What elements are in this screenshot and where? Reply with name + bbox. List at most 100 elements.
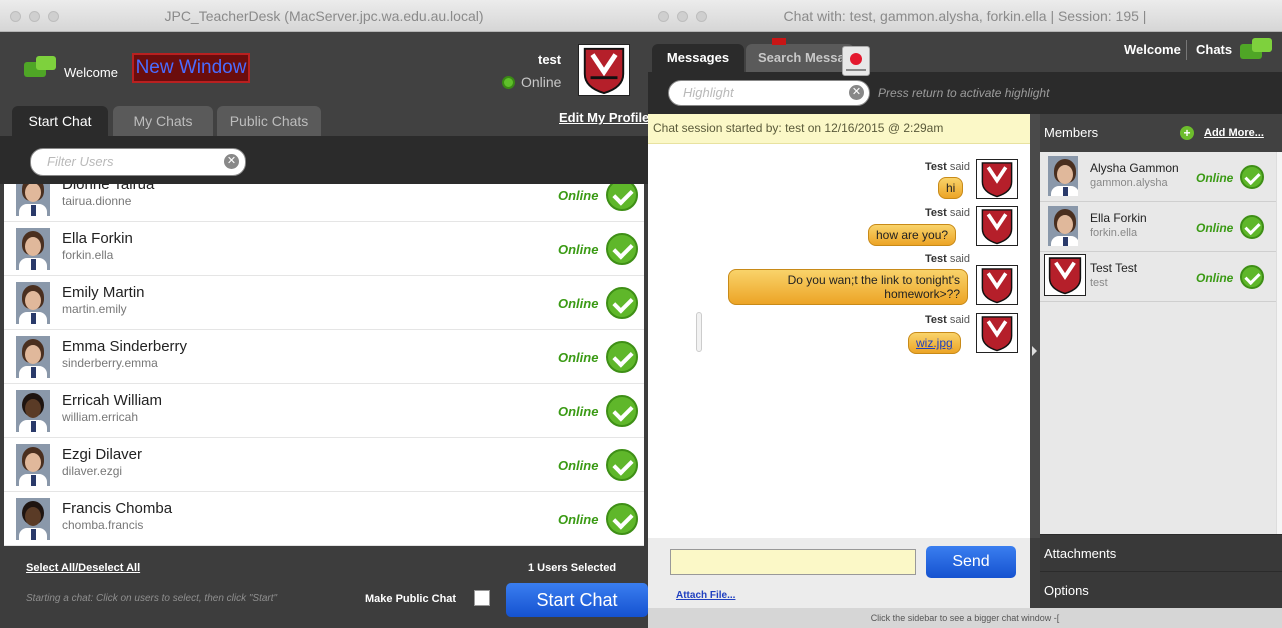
user-name: Ezgi Dilaver — [62, 446, 143, 463]
member-login: gammon.alysha — [1090, 177, 1168, 189]
message-author: Test said — [924, 207, 970, 219]
list-item[interactable]: Ella Forkin forkin.ella Online — [1040, 202, 1276, 252]
school-crest-avatar — [578, 44, 630, 96]
online-label: Online — [1196, 171, 1234, 185]
window-title: Chat with: test, gammon.alysha, forkin.e… — [783, 8, 1147, 24]
list-item[interactable]: Ella Forkin forkin.ella Online — [4, 222, 644, 276]
list-item[interactable]: Dionne Tairua tairua.dionne Online — [4, 184, 644, 222]
options-section[interactable]: Options — [1040, 571, 1282, 608]
close-icon[interactable] — [658, 11, 669, 22]
online-check-icon — [1240, 165, 1264, 189]
online-label: Online — [558, 188, 599, 203]
select-all-link[interactable]: Select All/Deselect All — [26, 562, 140, 574]
avatar — [16, 444, 50, 486]
start-chat-hint: Starting a chat: Click on users to selec… — [26, 593, 278, 604]
message-attachment[interactable]: wiz.jpg — [908, 332, 961, 354]
online-label: Online — [558, 242, 599, 257]
add-icon[interactable]: + — [1180, 126, 1194, 140]
avatar — [16, 184, 50, 216]
sender-avatar — [976, 313, 1018, 353]
online-label: Online — [1196, 271, 1234, 285]
list-item[interactable]: Alysha Gammon gammon.alysha Online — [1040, 152, 1276, 202]
filter-users-input[interactable]: Filter Users ✕ — [30, 148, 246, 176]
clear-highlight-icon[interactable]: ✕ — [849, 85, 864, 100]
user-login: dilaver.ezgi — [62, 464, 123, 478]
sidebar-toggle[interactable] — [1030, 114, 1040, 538]
zoom-icon[interactable] — [48, 11, 59, 22]
window-controls[interactable] — [658, 11, 707, 22]
new-window-button[interactable]: New Window — [132, 53, 250, 83]
record-flag-icon — [772, 38, 786, 45]
tab-public-chats[interactable]: Public Chats — [217, 106, 321, 136]
edit-profile-link[interactable]: Edit My Profile — [559, 110, 648, 125]
sender-avatar — [976, 159, 1018, 199]
message-input[interactable] — [670, 549, 916, 575]
left-header: Welcome New Window test Online — [0, 32, 648, 102]
start-chat-button[interactable]: Start Chat — [506, 583, 648, 617]
member-list: Alysha Gammon gammon.alysha Online Ella … — [1040, 152, 1282, 534]
chats-link[interactable]: Chats — [1196, 42, 1232, 57]
footer-hint: Click the sidebar to see a bigger chat w… — [648, 608, 1282, 628]
message-bubble: Do you wan;t the link to tonight's homew… — [728, 269, 968, 305]
online-check-icon — [606, 341, 638, 373]
online-check-icon — [606, 184, 638, 211]
clear-search-icon[interactable]: ✕ — [224, 154, 239, 169]
close-icon[interactable] — [10, 11, 21, 22]
add-more-link[interactable]: Add More... — [1204, 114, 1264, 152]
right-titlebar: Chat with: test, gammon.alysha, forkin.e… — [648, 0, 1282, 32]
online-label: Online — [1196, 221, 1234, 235]
tab-messages[interactable]: Messages — [652, 44, 744, 72]
header-divider — [1186, 40, 1187, 60]
tab-start-chat[interactable]: Start Chat — [12, 106, 108, 136]
message-bubble: hi — [938, 177, 964, 199]
list-item[interactable]: Emily Martin martin.emily Online — [4, 276, 644, 330]
user-login: sinderberry.emma — [62, 356, 158, 370]
list-item[interactable]: Test Test test Online — [1040, 252, 1276, 302]
welcome-label: Welcome — [64, 65, 118, 80]
minimize-icon[interactable] — [29, 11, 40, 22]
list-item[interactable]: Emma Sinderberry sinderberry.emma Online — [4, 330, 644, 384]
attachments-section[interactable]: Attachments — [1040, 534, 1282, 571]
users-selected-count: 1 Users Selected — [528, 562, 617, 574]
chat-bubbles-icon — [24, 56, 56, 82]
members-title: Members — [1044, 125, 1099, 140]
list-item[interactable]: Francis Chomba chomba.francis Online — [4, 492, 644, 546]
highlight-input[interactable]: Highlight ✕ — [668, 80, 870, 106]
make-public-checkbox[interactable] — [474, 590, 490, 606]
online-check-icon — [606, 233, 638, 265]
scroll-handle[interactable] — [696, 312, 702, 352]
left-footer: Select All/Deselect All 1 Users Selected… — [0, 546, 648, 628]
online-label: Online — [558, 512, 599, 527]
message-author: Test said — [924, 314, 970, 326]
attachment-link[interactable]: wiz.jpg — [916, 336, 953, 350]
online-status[interactable]: Online — [502, 74, 561, 90]
tab-search-messages[interactable]: Search Messages — [746, 44, 854, 72]
user-list: Dionne Tairua tairua.dionne Online Ella … — [4, 184, 644, 546]
filter-bar: Filter Users ✕ — [0, 136, 648, 184]
online-check-icon — [606, 287, 638, 319]
member-scrollbar[interactable] — [1276, 152, 1282, 534]
zoom-icon[interactable] — [696, 11, 707, 22]
tab-my-chats[interactable]: My Chats — [113, 106, 213, 136]
user-login: tairua.dionne — [62, 194, 132, 208]
record-button[interactable] — [842, 46, 870, 76]
online-check-icon — [606, 449, 638, 481]
send-button[interactable]: Send — [926, 546, 1016, 578]
left-tabs: Start Chat My Chats Public Chats Edit My… — [0, 102, 648, 136]
avatar — [16, 390, 50, 432]
chat-bubbles-icon — [1240, 38, 1272, 64]
member-login: test — [1090, 277, 1108, 289]
list-item[interactable]: Erricah William william.erricah Online — [4, 384, 644, 438]
member-name: Ella Forkin — [1090, 211, 1147, 225]
window-controls[interactable] — [10, 11, 59, 22]
online-check-icon — [606, 395, 638, 427]
user-login: martin.emily — [62, 302, 127, 316]
user-name: Emily Martin — [62, 284, 145, 301]
online-check-icon — [606, 503, 638, 535]
user-login: william.erricah — [62, 410, 139, 424]
user-login: chomba.francis — [62, 518, 144, 532]
minimize-icon[interactable] — [677, 11, 688, 22]
attach-file-link[interactable]: Attach File... — [676, 590, 735, 601]
online-label: Online — [558, 296, 599, 311]
list-item[interactable]: Ezgi Dilaver dilaver.ezgi Online — [4, 438, 644, 492]
